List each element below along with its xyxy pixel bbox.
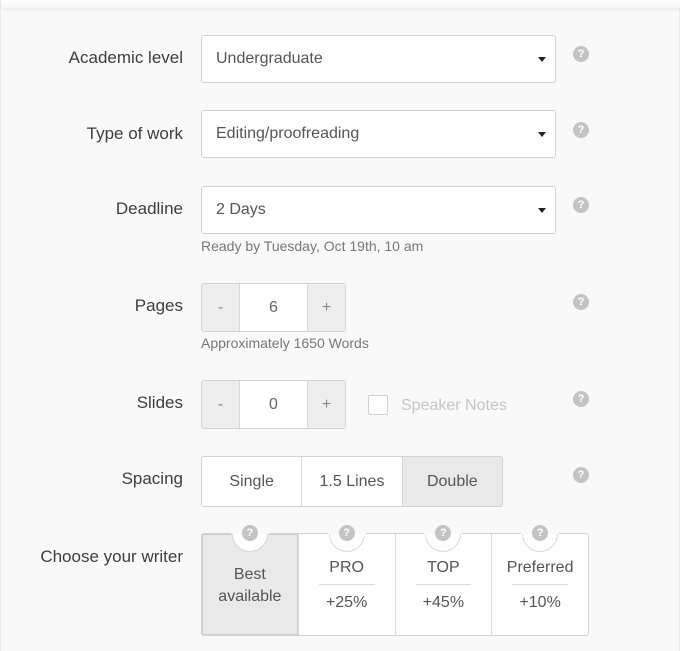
chevron-down-icon (538, 208, 546, 213)
divider (512, 584, 568, 585)
pages-stepper: - 6 + (201, 283, 346, 332)
help-icon[interactable]: ? (573, 294, 589, 310)
speaker-notes-label: Speaker Notes (401, 397, 507, 414)
deadline-select[interactable]: 2 Days (201, 186, 556, 234)
help-icon[interactable]: ? (338, 525, 355, 541)
type-of-work-select[interactable]: Editing/proofreading (201, 110, 556, 158)
type-of-work-label: Type of work (86, 124, 183, 143)
top-edge (1, 0, 680, 8)
writer-price: +10% (519, 594, 561, 611)
writer-name: PRO (329, 559, 364, 576)
pages-increment-button[interactable]: + (308, 284, 345, 331)
deadline-value: 2 Days (216, 201, 266, 218)
spacing-label: Spacing (121, 469, 183, 488)
slides-decrement-button[interactable]: - (202, 381, 239, 428)
help-icon[interactable]: ? (241, 525, 258, 541)
divider (415, 584, 472, 585)
chevron-down-icon (538, 132, 546, 137)
writer-options: ? Best available ? PRO +25% ? TOP +45% ? (201, 516, 589, 636)
writer-best-line2: available (218, 588, 282, 605)
academic-level-label: Academic level (68, 48, 183, 67)
type-of-work-value: Editing/proofreading (216, 125, 360, 142)
academic-level-select[interactable]: Undergraduate (201, 35, 556, 83)
help-icon[interactable]: ? (573, 122, 589, 138)
slides-input[interactable]: 0 (239, 381, 308, 428)
choose-writer-label: Choose your writer (40, 547, 183, 566)
writer-option-top[interactable]: ? TOP +45% (396, 516, 493, 635)
writer-name: Preferred (506, 559, 574, 576)
pages-hint: Approximately 1650 Words (201, 335, 369, 351)
writer-option-best-available[interactable]: ? Best available (202, 516, 299, 635)
slides-increment-button[interactable]: + (308, 381, 345, 428)
writer-option-pro[interactable]: ? PRO +25% (299, 516, 396, 635)
help-icon[interactable]: ? (573, 467, 589, 483)
writer-best-line1: Best (233, 566, 266, 583)
writer-price: +45% (422, 594, 465, 611)
help-icon[interactable]: ? (573, 391, 589, 407)
help-icon[interactable]: ? (573, 197, 589, 213)
divider (318, 584, 375, 585)
writer-name: TOP (427, 559, 460, 576)
spacing-segmented-control: Single 1.5 Lines Double (201, 456, 503, 507)
writer-price: +25% (325, 594, 368, 611)
spacing-option-1-5-lines[interactable]: 1.5 Lines (302, 457, 403, 506)
chevron-down-icon (538, 57, 546, 62)
slides-label: Slides (136, 393, 183, 412)
pages-decrement-button[interactable]: - (202, 284, 239, 331)
order-form-panel: Academic level Undergraduate ? Type of w… (0, 0, 680, 651)
help-icon[interactable]: ? (573, 46, 589, 62)
pages-input[interactable]: 6 (239, 284, 308, 331)
speaker-notes-checkbox[interactable] (368, 395, 388, 415)
deadline-label: Deadline (115, 199, 183, 218)
pages-label: Pages (134, 296, 183, 315)
academic-level-value: Undergraduate (216, 50, 323, 67)
writer-best-label: Best available (202, 564, 298, 608)
writer-option-preferred[interactable]: ? Preferred +10% (492, 516, 588, 635)
spacing-option-single[interactable]: Single (202, 457, 303, 506)
deadline-hint: Ready by Tuesday, Oct 19th, 10 am (201, 238, 424, 254)
slides-stepper: - 0 + (201, 380, 346, 429)
spacing-option-double[interactable]: Double (402, 457, 502, 506)
help-icon[interactable]: ? (532, 525, 549, 541)
